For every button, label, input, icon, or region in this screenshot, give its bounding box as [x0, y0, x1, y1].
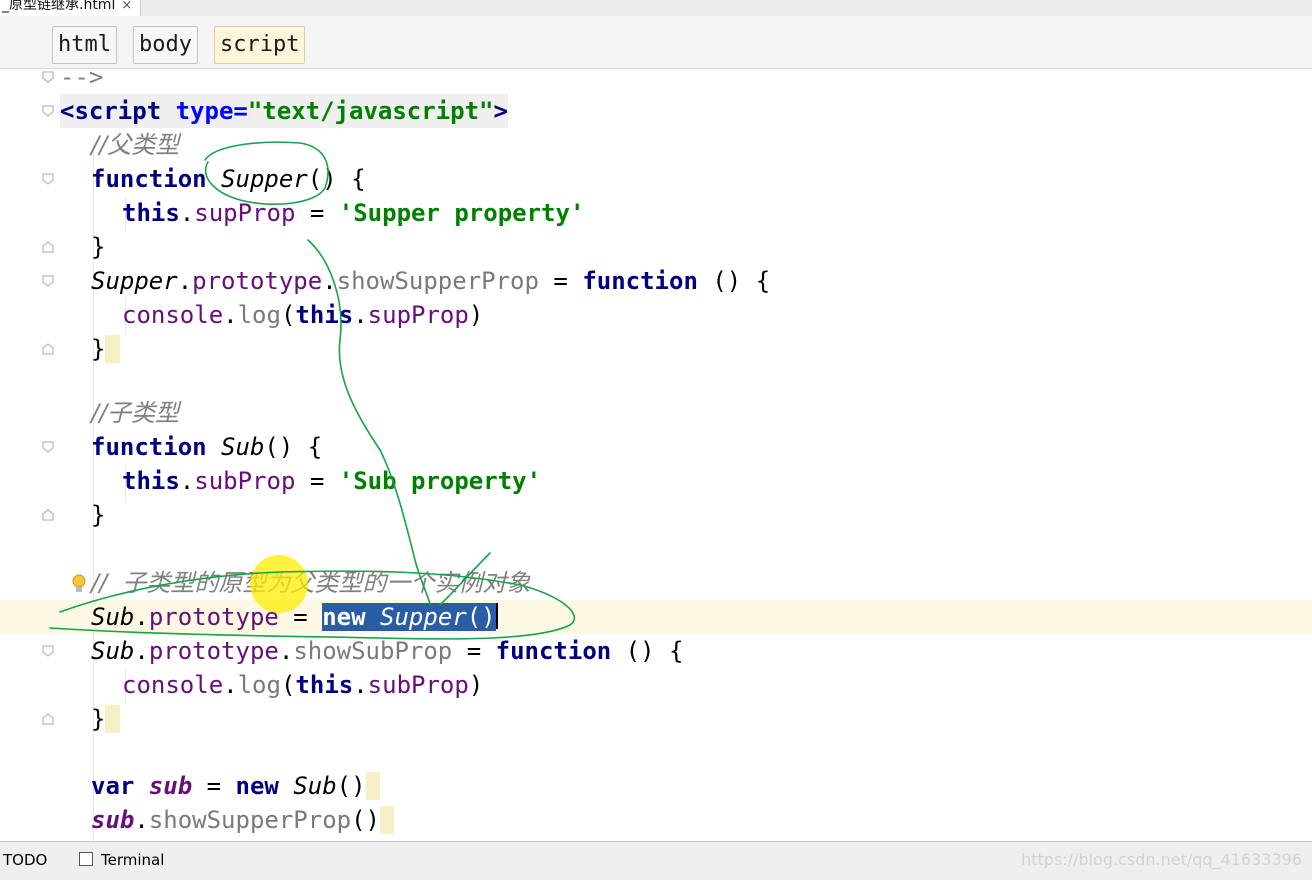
fold-start-icon[interactable] [41, 172, 55, 186]
code-text: --> [60, 63, 104, 91]
code-line[interactable]: } [0, 332, 1312, 366]
code-line[interactable]: } [0, 702, 1312, 736]
code-line[interactable]: //父类型 [0, 128, 1312, 162]
code-line[interactable]: //子类型 [0, 396, 1312, 430]
code-line[interactable]: } [0, 498, 1312, 532]
code-editor[interactable]: --> <script type="text/javascript"> //父类… [0, 63, 1312, 851]
fold-end-icon[interactable] [41, 712, 55, 726]
file-tab[interactable]: _原型链继承.html × [0, 0, 142, 16]
code-line[interactable]: var sub = new Sub() [0, 769, 1312, 803]
code-line-current[interactable]: Sub.prototype = new Supper() [0, 600, 1312, 634]
code-line[interactable]: console.log(this.supProp) [0, 298, 1312, 332]
todo-tool-button[interactable]: TODO [3, 850, 47, 870]
editor-tab-strip: _原型链继承.html × [0, 0, 1312, 17]
code-text: <script type="text/javascript"> [60, 94, 508, 128]
breadcrumb-html[interactable]: html [52, 26, 117, 64]
code-line[interactable]: function Supper() { [0, 162, 1312, 196]
code-comment: //子类型 [91, 399, 180, 427]
code-line[interactable]: sub.showSupperProp() [0, 803, 1312, 837]
code-line[interactable]: --> [0, 60, 1312, 94]
highlighter-cursor [250, 555, 308, 613]
text-selection: new Supper() [322, 603, 496, 631]
code-text: console.log(this.supProp) [122, 301, 484, 329]
code-line[interactable]: function Sub() { [0, 430, 1312, 464]
code-comment: //父类型 [91, 131, 180, 159]
code-line[interactable]: Supper.prototype.showSupperProp = functi… [0, 264, 1312, 298]
file-tab-title: _原型链继承.html [2, 0, 116, 13]
lightbulb-icon[interactable] [71, 574, 87, 594]
code-text: function Sub() { [91, 433, 323, 461]
fold-start-icon[interactable] [41, 440, 55, 454]
code-line[interactable]: Sub.prototype.showSubProp = function () … [0, 634, 1312, 668]
breadcrumb-body[interactable]: body [133, 26, 198, 64]
status-bar: TODO Terminal https://blog.csdn.net/qq_4… [0, 841, 1312, 880]
terminal-icon [79, 852, 93, 866]
fold-end-icon[interactable] [41, 342, 55, 356]
fold-start-icon[interactable] [41, 274, 55, 288]
text-cursor [495, 603, 498, 629]
code-text: } [91, 332, 120, 366]
fold-start-icon[interactable] [41, 644, 55, 658]
code-line[interactable]: // 子类型的原型为父类型的一个实例对象 [0, 566, 1312, 600]
watermark: https://blog.csdn.net/qq_41633396 [1021, 850, 1302, 869]
code-comment: // 子类型的原型为父类型的一个实例对象 [91, 569, 531, 597]
fold-end-icon[interactable] [41, 70, 55, 84]
code-text: console.log(this.subProp) [122, 671, 484, 699]
fold-start-icon[interactable] [41, 104, 55, 118]
breadcrumb-script[interactable]: script [214, 26, 306, 64]
code-text: function Supper() { [91, 165, 366, 193]
fold-end-icon[interactable] [41, 240, 55, 254]
code-text: this.subProp = 'Sub property' [122, 467, 542, 495]
code-text: } [91, 702, 120, 736]
code-line[interactable]: this.subProp = 'Sub property' [0, 464, 1312, 498]
code-line[interactable]: console.log(this.subProp) [0, 668, 1312, 702]
code-text: } [91, 233, 106, 261]
fold-end-icon[interactable] [41, 508, 55, 522]
code-text: this.supProp = 'Supper property' [122, 199, 585, 227]
close-icon[interactable]: × [121, 0, 132, 13]
code-line[interactable]: this.supProp = 'Supper property' [0, 196, 1312, 230]
code-text: var sub = new Sub() [91, 769, 381, 803]
code-text: Sub.prototype.showSubProp = function () … [91, 637, 684, 665]
code-text: Supper.prototype.showSupperProp = functi… [91, 267, 771, 295]
code-text: sub.showSupperProp() [91, 803, 395, 837]
terminal-label: Terminal [101, 851, 165, 869]
code-line[interactable]: <script type="text/javascript"> [0, 94, 1312, 128]
code-line[interactable]: } [0, 230, 1312, 264]
terminal-tool-button[interactable]: Terminal [79, 850, 164, 870]
code-text: } [91, 501, 106, 529]
